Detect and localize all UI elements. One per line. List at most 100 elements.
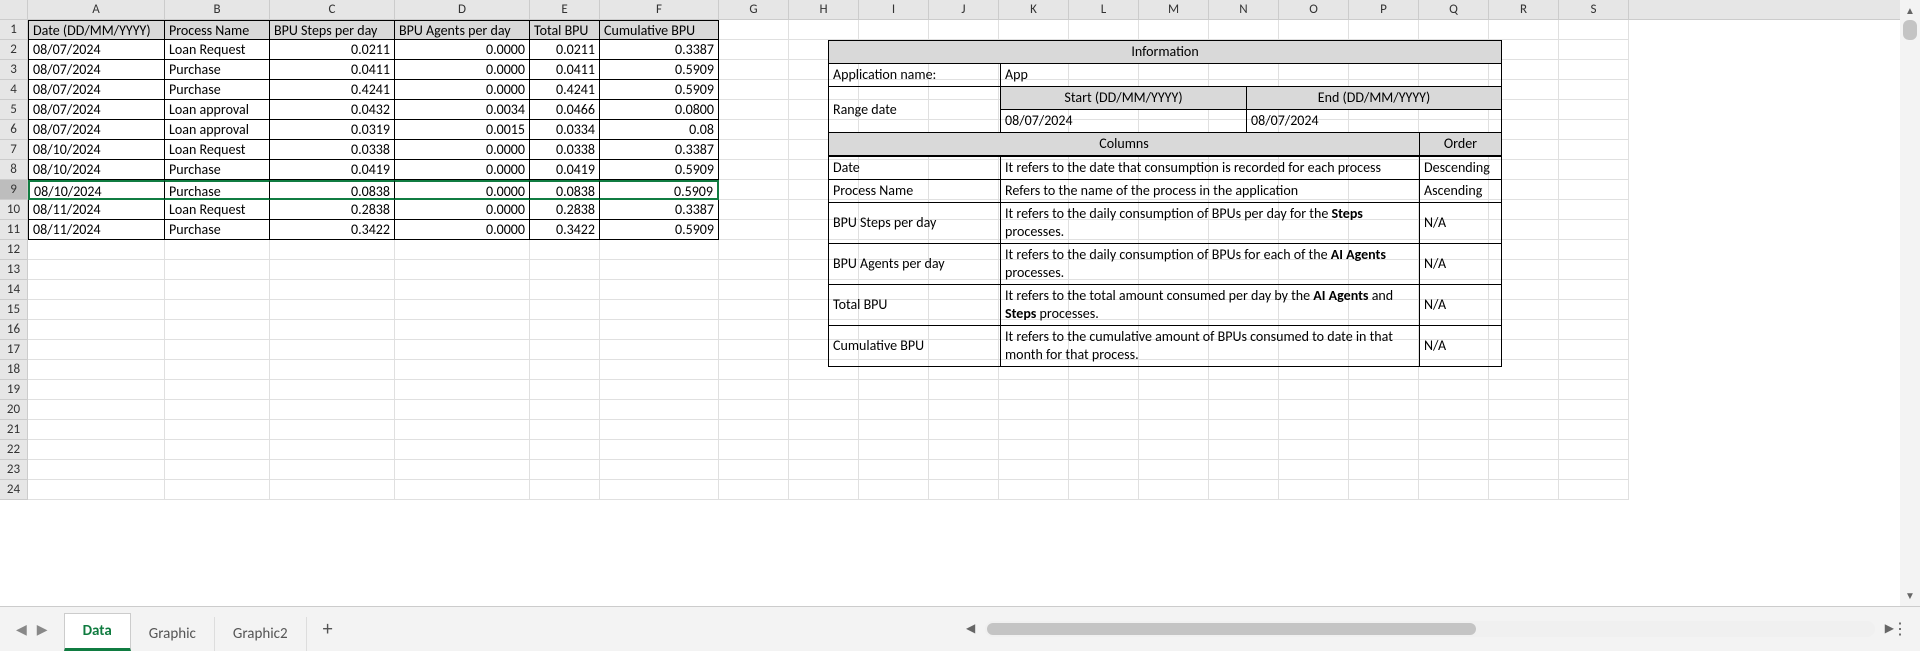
cell-O19[interactable] bbox=[1279, 380, 1349, 400]
col-header-F[interactable]: F bbox=[600, 0, 719, 19]
cell-C11[interactable]: 0.3422 bbox=[270, 220, 395, 240]
cell-M20[interactable] bbox=[1139, 400, 1209, 420]
cell-P22[interactable] bbox=[1349, 440, 1419, 460]
row-header-9[interactable]: 9 bbox=[0, 180, 28, 200]
cell-B16[interactable] bbox=[165, 320, 270, 340]
cell-C20[interactable] bbox=[270, 400, 395, 420]
cell-K21[interactable] bbox=[999, 420, 1069, 440]
cell-F8[interactable]: 0.5909 bbox=[600, 160, 719, 180]
cell-G2[interactable] bbox=[719, 40, 789, 60]
cell-M19[interactable] bbox=[1139, 380, 1209, 400]
cell-G7[interactable] bbox=[719, 140, 789, 160]
cell-F2[interactable]: 0.3387 bbox=[600, 40, 719, 60]
cell-C9[interactable]: 0.0838 bbox=[270, 180, 395, 200]
cell-A1[interactable]: Date (DD/MM/YYYY) bbox=[28, 20, 165, 40]
cell-F5[interactable]: 0.0800 bbox=[600, 100, 719, 120]
col-header-K[interactable]: K bbox=[999, 0, 1069, 19]
cell-K22[interactable] bbox=[999, 440, 1069, 460]
cell-Q20[interactable] bbox=[1419, 400, 1489, 420]
cell-C12[interactable] bbox=[270, 240, 395, 260]
cell-N20[interactable] bbox=[1209, 400, 1279, 420]
cell-D19[interactable] bbox=[395, 380, 530, 400]
cell-L1[interactable] bbox=[1069, 20, 1139, 40]
cell-A21[interactable] bbox=[28, 420, 165, 440]
cell-A24[interactable] bbox=[28, 480, 165, 500]
cell-Q21[interactable] bbox=[1419, 420, 1489, 440]
col-header-Q[interactable]: Q bbox=[1419, 0, 1489, 19]
cell-A18[interactable] bbox=[28, 360, 165, 380]
cell-G20[interactable] bbox=[719, 400, 789, 420]
cell-R23[interactable] bbox=[1489, 460, 1559, 480]
col-header-O[interactable]: O bbox=[1279, 0, 1349, 19]
cell-J24[interactable] bbox=[929, 480, 999, 500]
select-all-corner[interactable] bbox=[0, 0, 28, 19]
cell-K24[interactable] bbox=[999, 480, 1069, 500]
cell-E22[interactable] bbox=[530, 440, 600, 460]
cell-G14[interactable] bbox=[719, 280, 789, 300]
cell-D14[interactable] bbox=[395, 280, 530, 300]
cell-D11[interactable]: 0.0000 bbox=[395, 220, 530, 240]
cell-E3[interactable]: 0.0411 bbox=[530, 60, 600, 80]
cell-S3[interactable] bbox=[1559, 60, 1629, 80]
cell-C6[interactable]: 0.0319 bbox=[270, 120, 395, 140]
cell-C22[interactable] bbox=[270, 440, 395, 460]
cell-E11[interactable]: 0.3422 bbox=[530, 220, 600, 240]
col-header-B[interactable]: B bbox=[165, 0, 270, 19]
cell-D3[interactable]: 0.0000 bbox=[395, 60, 530, 80]
cell-G3[interactable] bbox=[719, 60, 789, 80]
row-header-19[interactable]: 19 bbox=[0, 380, 28, 400]
cell-K20[interactable] bbox=[999, 400, 1069, 420]
tab-nav-next[interactable]: ▶ bbox=[37, 621, 48, 638]
cell-E14[interactable] bbox=[530, 280, 600, 300]
cell-H21[interactable] bbox=[789, 420, 859, 440]
cell-C5[interactable]: 0.0432 bbox=[270, 100, 395, 120]
cell-C13[interactable] bbox=[270, 260, 395, 280]
cell-S13[interactable] bbox=[1559, 260, 1629, 280]
cell-B6[interactable]: Loan approval bbox=[165, 120, 270, 140]
cell-C18[interactable] bbox=[270, 360, 395, 380]
cell-S6[interactable] bbox=[1559, 120, 1629, 140]
cell-G4[interactable] bbox=[719, 80, 789, 100]
cell-F1[interactable]: Cumulative BPU bbox=[600, 20, 719, 40]
cell-S21[interactable] bbox=[1559, 420, 1629, 440]
cell-N1[interactable] bbox=[1209, 20, 1279, 40]
cell-C23[interactable] bbox=[270, 460, 395, 480]
cell-F14[interactable] bbox=[600, 280, 719, 300]
cell-G11[interactable] bbox=[719, 220, 789, 240]
cell-G10[interactable] bbox=[719, 200, 789, 220]
row-header-3[interactable]: 3 bbox=[0, 60, 28, 80]
cell-A5[interactable]: 08/07/2024 bbox=[28, 100, 165, 120]
cell-L19[interactable] bbox=[1069, 380, 1139, 400]
scroll-right-arrow[interactable]: ▶ bbox=[1879, 621, 1900, 636]
col-header-R[interactable]: R bbox=[1489, 0, 1559, 19]
cell-B24[interactable] bbox=[165, 480, 270, 500]
cell-L21[interactable] bbox=[1069, 420, 1139, 440]
cell-A22[interactable] bbox=[28, 440, 165, 460]
cell-B12[interactable] bbox=[165, 240, 270, 260]
cell-C1[interactable]: BPU Steps per day bbox=[270, 20, 395, 40]
cell-A11[interactable]: 08/11/2024 bbox=[28, 220, 165, 240]
cell-M1[interactable] bbox=[1139, 20, 1209, 40]
row-header-13[interactable]: 13 bbox=[0, 260, 28, 280]
cell-S17[interactable] bbox=[1559, 340, 1629, 360]
cell-J22[interactable] bbox=[929, 440, 999, 460]
cell-O24[interactable] bbox=[1279, 480, 1349, 500]
cell-G9[interactable] bbox=[719, 180, 789, 200]
cell-B17[interactable] bbox=[165, 340, 270, 360]
cell-A6[interactable]: 08/07/2024 bbox=[28, 120, 165, 140]
cell-K19[interactable] bbox=[999, 380, 1069, 400]
cell-H24[interactable] bbox=[789, 480, 859, 500]
col-header-I[interactable]: I bbox=[859, 0, 929, 19]
row-header-5[interactable]: 5 bbox=[0, 100, 28, 120]
row-header-17[interactable]: 17 bbox=[0, 340, 28, 360]
cell-B20[interactable] bbox=[165, 400, 270, 420]
cell-B19[interactable] bbox=[165, 380, 270, 400]
cell-O1[interactable] bbox=[1279, 20, 1349, 40]
cell-E7[interactable]: 0.0338 bbox=[530, 140, 600, 160]
cell-G6[interactable] bbox=[719, 120, 789, 140]
cell-N21[interactable] bbox=[1209, 420, 1279, 440]
cell-B1[interactable]: Process Name bbox=[165, 20, 270, 40]
cell-D10[interactable]: 0.0000 bbox=[395, 200, 530, 220]
cell-N19[interactable] bbox=[1209, 380, 1279, 400]
cell-D12[interactable] bbox=[395, 240, 530, 260]
